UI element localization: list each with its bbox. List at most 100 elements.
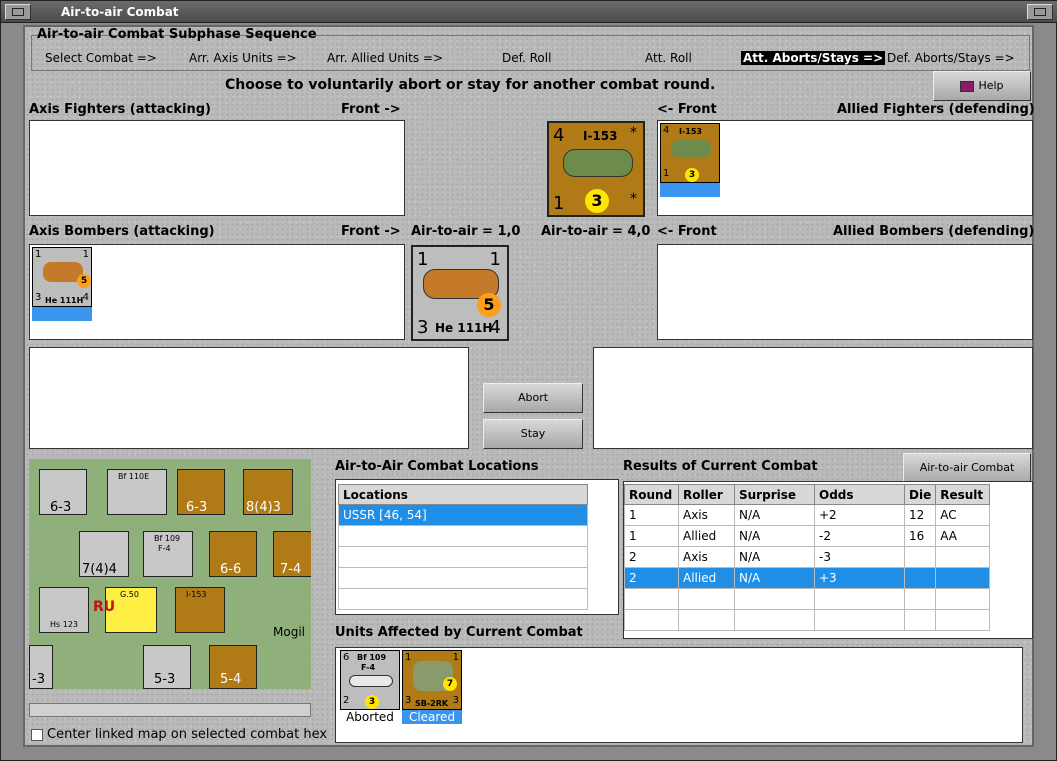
counter-name: He 111H (45, 296, 84, 305)
axis-bombers-panel[interactable]: 1 1 5 3 He 111H 4 (29, 244, 405, 340)
results-cell (734, 609, 815, 631)
locations-header: Locations (338, 484, 588, 505)
affected-unit-bf109[interactable]: 6 Bf 109 F-4 2 3 (340, 650, 400, 710)
unit-hex[interactable]: Bf 110E (107, 469, 167, 515)
results-row[interactable]: 1 Allied N/A -2 16 AA (624, 525, 991, 547)
system-menu-button[interactable] (5, 4, 31, 20)
results-cell: Axis (678, 504, 735, 526)
selected-allied-fighter-counter[interactable]: 4 I-153 * 1 3 * (547, 121, 645, 217)
results-cell: 2 (624, 546, 679, 568)
locations-title: Air-to-Air Combat Locations (335, 459, 539, 474)
front-right-label: Front -> (341, 102, 401, 117)
results-cell (935, 588, 991, 610)
window-title: Air-to-air Combat (61, 5, 179, 19)
counter-range: 3 (35, 292, 42, 303)
allied-fighters-panel[interactable]: 4 I-153 1 3 (657, 120, 1033, 216)
location-row[interactable]: USSR [46, 54] (338, 504, 588, 526)
step-arr-allied: Arr. Allied Units => (327, 51, 444, 65)
map-label: -3 (32, 672, 45, 687)
results-cell (814, 609, 905, 631)
results-cell (624, 588, 679, 610)
allied-info-panel (593, 347, 1033, 449)
counter-defense: 1 (452, 652, 459, 663)
results-cell: Allied (678, 525, 735, 547)
location-row[interactable] (338, 525, 588, 547)
counter-attack: 1 (35, 249, 42, 260)
results-cell: 16 (903, 525, 937, 547)
air-combat-chart-button[interactable]: Air-to-air Combat Chart (903, 453, 1031, 502)
results-cell (903, 546, 937, 568)
selected-axis-bomber-counter[interactable]: 1 1 5 3 He 111H 4 (411, 245, 509, 341)
step-select-combat: Select Combat => (45, 51, 157, 65)
unit-hex[interactable]: 8(4)3 (243, 469, 293, 515)
counter-value: 5 (77, 274, 91, 288)
location-row[interactable] (338, 567, 588, 589)
unit-counter-small[interactable]: 1 1 5 3 He 111H 4 (32, 247, 92, 307)
location-cell (338, 546, 588, 568)
map-label: 6-3 (50, 500, 72, 515)
help-button[interactable]: Help (933, 71, 1031, 101)
counter-star: * (630, 125, 637, 141)
map-label: G.50 (120, 590, 139, 599)
selection-bar (32, 307, 92, 321)
counter-move: 4 (82, 292, 89, 303)
air-combat-window: Air-to-air Combat Air-to-air Combat Subp… (0, 0, 1057, 761)
unit-hex[interactable]: 5-4 (209, 645, 257, 689)
dialog-client: Air-to-air Combat Subphase Sequence Sele… (23, 25, 1035, 747)
results-row[interactable]: 2 Axis N/A -3 (624, 546, 991, 568)
counter-attack: 4 (553, 125, 565, 146)
unit-hex[interactable]: 5-3 (143, 645, 191, 689)
plane-icon (349, 675, 393, 687)
map-horizontal-scrollbar[interactable] (29, 703, 311, 717)
center-map-checkbox[interactable] (31, 729, 43, 741)
axis-info-panel (29, 347, 469, 449)
plane-icon (671, 140, 711, 158)
results-cell (903, 588, 937, 610)
counter-move: 4 (489, 317, 501, 338)
axis-fighters-panel[interactable] (29, 120, 405, 216)
counter-defense: 1 (82, 249, 89, 260)
counter-star: * (630, 191, 637, 207)
unit-hex[interactable]: Hs 123 (39, 587, 89, 633)
map-label: 7-4 (280, 562, 302, 577)
step-def-roll: Def. Roll (502, 51, 552, 65)
unit-hex[interactable]: 6-6 (209, 531, 257, 577)
counter-range: 3 (417, 317, 429, 338)
results-row[interactable]: 1 Axis N/A +2 12 AC (624, 504, 991, 526)
unit-counter-small[interactable]: 4 I-153 1 3 (660, 123, 720, 183)
results-row[interactable] (624, 588, 991, 610)
unit-hex[interactable]: Bf 109 F-4 (143, 531, 193, 577)
abort-button[interactable]: Abort (483, 383, 583, 413)
counter-name: He 111H (435, 321, 493, 335)
results-cell (903, 567, 937, 589)
results-cell: +3 (814, 567, 905, 589)
results-cell: N/A (734, 504, 815, 526)
results-row[interactable] (624, 609, 991, 631)
affected-unit-sb2rk[interactable]: 1 1 7 3 SB-2RK 3 (402, 650, 462, 710)
title-bar[interactable]: Air-to-air Combat (1, 1, 1057, 23)
results-title: Results of Current Combat (623, 459, 818, 474)
air-to-air-axis-label: Air-to-air = 1,0 (411, 224, 521, 239)
unit-hex[interactable]: I-153 (175, 587, 225, 633)
close-button[interactable] (1027, 4, 1053, 20)
affected-status: Aborted (346, 710, 394, 724)
allied-bombers-label: Allied Bombers (defending) (833, 224, 1035, 239)
results-table: Round Roller Surprise Odds Die Result 1 Axis N/… (624, 484, 991, 631)
location-row[interactable] (338, 588, 588, 610)
location-cell (338, 525, 588, 547)
results-cell: N/A (734, 567, 815, 589)
unit-hex[interactable]: 7-4 (273, 531, 311, 577)
stay-button[interactable]: Stay (483, 419, 583, 449)
map-label: Bf 110E (118, 472, 150, 481)
location-row[interactable] (338, 546, 588, 568)
allied-bombers-panel[interactable] (657, 244, 1033, 340)
results-row[interactable]: 2 Allied N/A +3 (624, 567, 991, 589)
results-cell (678, 588, 735, 610)
linked-map[interactable]: 6-3 Bf 110E 6-3 8(4)3 7(4)4 Bf 109 F-4 6… (29, 459, 311, 689)
unit-hex[interactable]: 7(4)4 (79, 531, 129, 577)
map-label: Hs 123 (50, 620, 78, 629)
unit-hex[interactable]: -3 (29, 645, 53, 689)
unit-hex[interactable]: 6-3 (39, 469, 87, 515)
location-cell (338, 588, 588, 610)
unit-hex[interactable]: 6-3 (177, 469, 225, 515)
